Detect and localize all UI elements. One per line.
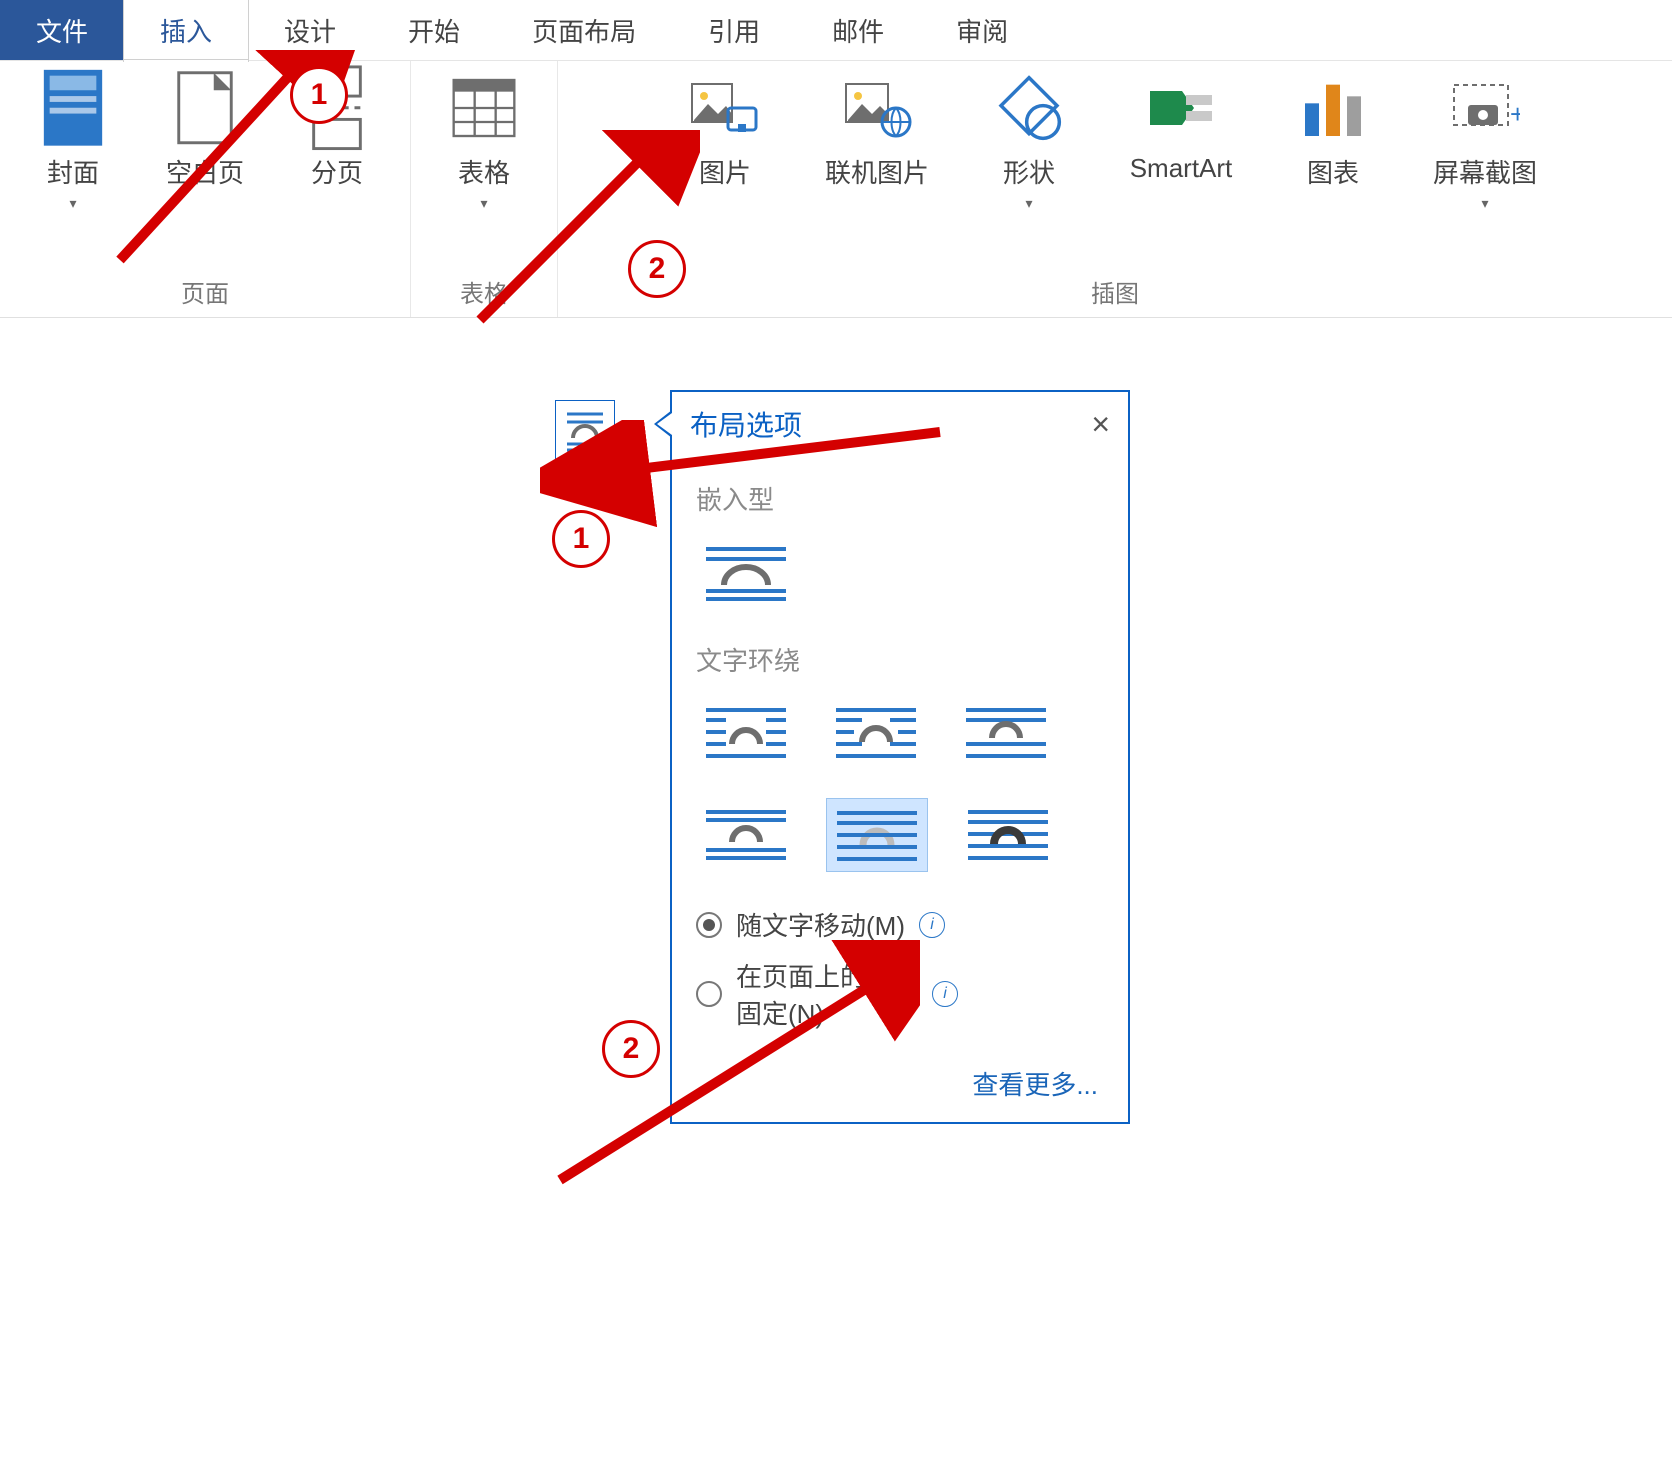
layout-options-popover: 布局选项 × 嵌入型 文字环绕: [670, 390, 1130, 1124]
smartart-icon: [1146, 73, 1216, 143]
option-through[interactable]: [956, 696, 1056, 768]
info-icon[interactable]: i: [919, 912, 945, 938]
blank-page-label: 空白页: [166, 153, 244, 190]
tab-review[interactable]: 审阅: [920, 0, 1044, 60]
group-tables-title: 表格: [460, 264, 508, 309]
option-square[interactable]: [696, 696, 796, 768]
app-root: 文件 插入 设计 开始 页面布局 引用 邮件 审阅 封面 ▾: [0, 0, 1672, 1460]
screenshot-label: 屏幕截图: [1433, 153, 1537, 190]
table-icon: [449, 73, 519, 143]
group-tables-items: 表格 ▾: [429, 73, 539, 210]
annotation-circle-1b: 1: [552, 510, 610, 568]
position-radios: 随文字移动(M) i 在页面上的位置 固定(N) i: [672, 882, 1128, 1031]
chart-label: 图表: [1307, 153, 1359, 190]
chart-icon: [1298, 73, 1368, 143]
dropdown-caret-icon: ▾: [1025, 196, 1032, 210]
tab-file[interactable]: 文件: [0, 0, 124, 60]
group-illustrations-title: 插图: [1091, 264, 1139, 309]
radio-off-icon: [696, 981, 722, 1007]
online-picture-icon: [842, 73, 912, 143]
see-more-link[interactable]: 查看更多...: [672, 1045, 1128, 1108]
option-tight[interactable]: [826, 696, 926, 768]
popover-caret: [654, 410, 672, 438]
radio-fixed-position[interactable]: 在页面上的位置 固定(N) i: [696, 957, 1104, 1031]
annotation-circle-2: 2: [628, 240, 686, 298]
layout-options-anchor[interactable]: [555, 400, 615, 460]
group-pages-title: 页面: [181, 264, 229, 309]
tab-insert[interactable]: 插入: [124, 0, 248, 62]
cover-page-icon: [38, 73, 108, 143]
dropdown-caret-icon: ▾: [69, 196, 76, 210]
section-wrap: 文字环绕: [672, 617, 1128, 882]
dropdown-caret-icon: ▾: [480, 196, 487, 210]
picture-label: 图片: [699, 153, 751, 190]
close-icon[interactable]: ×: [1091, 408, 1110, 440]
tab-references[interactable]: 引用: [672, 0, 796, 60]
wrap-options: [696, 696, 1104, 872]
ribbon-body: 封面 ▾ 空白页 分页 页面: [0, 61, 1672, 318]
group-illustrations-items: 图片 联机图片 形状 ▾: [670, 73, 1560, 210]
option-top-bottom[interactable]: [696, 798, 796, 870]
page-break-label: 分页: [311, 153, 363, 190]
layout-options-icon: [563, 408, 607, 452]
btn-chart[interactable]: 图表: [1278, 73, 1388, 190]
group-pages: 封面 ▾ 空白页 分页 页面: [0, 61, 411, 317]
shapes-label: 形状: [1003, 153, 1055, 190]
btn-smartart[interactable]: SmartArt: [1106, 73, 1256, 184]
radio-move-label: 随文字移动(M): [736, 906, 905, 943]
online-picture-label: 联机图片: [825, 153, 929, 190]
tab-page-layout[interactable]: 页面布局: [496, 0, 672, 60]
tab-home[interactable]: 开始: [372, 0, 496, 60]
dropdown-caret-icon: ▾: [1481, 196, 1488, 210]
cover-page-label: 封面: [47, 153, 99, 190]
radio-fixed-label: 在页面上的位置 固定(N): [736, 957, 918, 1031]
btn-online-picture[interactable]: 联机图片: [802, 73, 952, 190]
section-inline-title: 嵌入型: [696, 480, 1104, 517]
blank-page-icon: [170, 73, 240, 143]
tab-mailings[interactable]: 邮件: [796, 0, 920, 60]
btn-picture[interactable]: 图片: [670, 73, 780, 190]
annotation-circle-1: 1: [290, 66, 348, 124]
info-icon[interactable]: i: [932, 981, 958, 1007]
picture-icon: [690, 73, 760, 143]
group-illustrations: 图片 联机图片 形状 ▾: [558, 61, 1672, 317]
screenshot-icon: +: [1450, 73, 1520, 143]
popover-header: 布局选项 ×: [672, 392, 1128, 456]
tab-design[interactable]: 设计: [248, 0, 372, 60]
radio-move-with-text[interactable]: 随文字移动(M) i: [696, 906, 1104, 943]
option-in-front[interactable]: [958, 798, 1058, 870]
btn-shapes[interactable]: 形状 ▾: [974, 73, 1084, 210]
btn-blank-page[interactable]: 空白页: [150, 73, 260, 190]
svg-text:+: +: [1510, 99, 1520, 129]
btn-screenshot[interactable]: + 屏幕截图 ▾: [1410, 73, 1560, 210]
btn-table[interactable]: 表格 ▾: [429, 73, 539, 210]
option-behind-text[interactable]: [826, 798, 928, 872]
shapes-icon: [994, 73, 1064, 143]
table-label: 表格: [458, 153, 510, 190]
popover-title: 布局选项: [690, 404, 802, 444]
option-inline[interactable]: [696, 535, 796, 607]
annotation-circle-2b: 2: [602, 1020, 660, 1078]
btn-cover-page[interactable]: 封面 ▾: [18, 73, 128, 210]
section-inline: 嵌入型: [672, 456, 1128, 617]
group-tables: 表格 ▾ 表格: [411, 61, 558, 317]
smartart-label: SmartArt: [1130, 153, 1233, 184]
inline-options: [696, 535, 1104, 607]
radio-on-icon: [696, 912, 722, 938]
section-wrap-title: 文字环绕: [696, 641, 1104, 678]
ribbon-tabs: 文件 插入 设计 开始 页面布局 引用 邮件 审阅: [0, 0, 1672, 61]
